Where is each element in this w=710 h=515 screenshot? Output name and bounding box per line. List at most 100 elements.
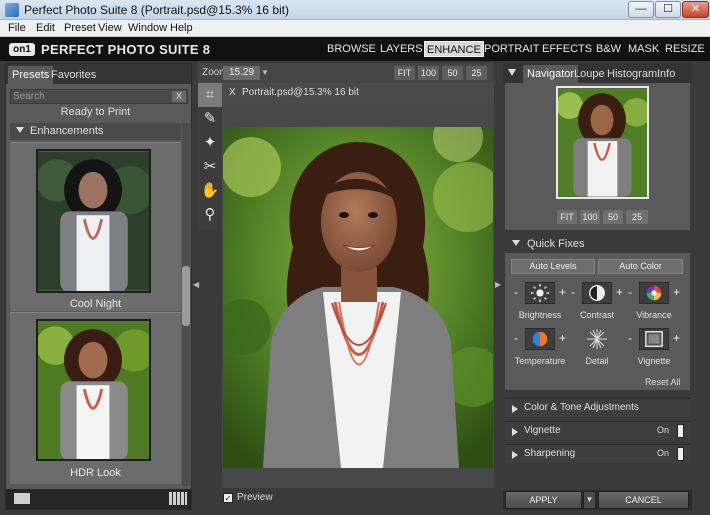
tab-favorites[interactable]: Favorites — [47, 66, 100, 84]
vignette-minus[interactable]: - — [628, 331, 632, 345]
module-enhance[interactable]: ENHANCE — [424, 41, 484, 57]
module-bw[interactable]: B&W — [594, 41, 623, 57]
contrast-icon — [582, 282, 612, 304]
single-view-icon[interactable] — [14, 493, 30, 504]
contrast-control[interactable]: - + — [571, 282, 623, 304]
module-portrait[interactable]: PORTRAIT — [482, 41, 541, 57]
temperature-control[interactable]: - + — [514, 328, 566, 350]
contrast-label: Contrast — [579, 310, 614, 320]
nav-50-button[interactable]: 50 — [603, 210, 623, 224]
vibrance-minus[interactable]: - — [628, 285, 632, 299]
preset-scrollbar[interactable] — [182, 123, 190, 486]
tab-info[interactable]: Info — [653, 65, 679, 83]
grid-view-icon[interactable] — [169, 492, 187, 505]
section-label: Sharpening — [524, 448, 576, 459]
collapse-triangle-icon[interactable] — [508, 69, 516, 76]
module-layers[interactable]: LAYERS — [378, 41, 425, 57]
section-label: Vignette — [524, 425, 561, 436]
vignette-plus[interactable]: + — [673, 331, 680, 345]
brightness-plus[interactable]: + — [559, 285, 566, 299]
vibrance-control[interactable]: - + — [628, 282, 680, 304]
crop-tool-icon[interactable]: ⌗ — [198, 83, 222, 107]
zoom-fit-button[interactable]: FIT — [394, 66, 415, 80]
image-canvas[interactable] — [222, 103, 494, 488]
preset-item-ready-to-print[interactable]: Ready to Print — [10, 106, 181, 119]
group-label: Enhancements — [30, 125, 104, 137]
collapse-left-icon[interactable]: ◀ — [193, 280, 199, 290]
temperature-label: Temperature — [514, 356, 566, 366]
vibrance-label: Vibrance — [636, 310, 672, 320]
menu-file[interactable]: File — [8, 22, 26, 34]
preset-thumb-hdr-look[interactable]: HDR Look — [10, 312, 181, 484]
clone-icon[interactable]: ✂ — [198, 155, 222, 179]
section-toggle[interactable] — [677, 447, 684, 461]
scrollbar-thumb[interactable] — [182, 266, 190, 326]
brightness-minus[interactable]: - — [514, 285, 518, 299]
close-document-icon[interactable]: X — [229, 87, 236, 98]
module-browse[interactable]: BROWSE — [325, 41, 378, 57]
menu-bar: File Edit Preset View Window Help — [0, 20, 710, 37]
quick-fixes-header[interactable]: Quick Fixes — [505, 235, 690, 253]
hand-icon[interactable]: ✋ — [198, 179, 222, 203]
minimize-button[interactable]: — — [628, 1, 654, 18]
apply-button[interactable]: APPLY — [505, 491, 582, 509]
menu-window[interactable]: Window — [128, 22, 167, 34]
preview-checkbox[interactable]: ✓ — [223, 493, 233, 503]
temperature-plus[interactable]: + — [559, 331, 566, 345]
auto-color-button[interactable]: Auto Color — [598, 259, 683, 274]
section-state: On — [657, 425, 670, 435]
maximize-button[interactable]: ☐ — [655, 1, 681, 18]
preset-group-enhancements[interactable]: Enhancements — [10, 123, 181, 140]
preset-thumbnail — [36, 319, 151, 461]
nav-fit-button[interactable]: FIT — [557, 210, 577, 224]
module-effects[interactable]: EFFECTS — [540, 41, 594, 57]
vibrance-plus[interactable]: + — [673, 285, 680, 299]
module-mask[interactable]: MASK — [626, 41, 661, 57]
retouch-brush-icon[interactable]: ✎ — [198, 107, 222, 131]
menu-preset[interactable]: Preset — [64, 22, 96, 34]
apply-dropdown-icon[interactable]: ▼ — [583, 491, 596, 509]
module-resize[interactable]: RESIZE — [663, 41, 707, 57]
zoom-icon[interactable]: ⚲ — [198, 203, 222, 227]
perfect-brush-icon[interactable]: ✦ — [198, 131, 222, 155]
preset-thumb-cool-night[interactable]: Cool Night — [10, 142, 181, 311]
contrast-plus[interactable]: + — [616, 285, 623, 299]
app-icon — [5, 3, 19, 17]
menu-edit[interactable]: Edit — [36, 22, 55, 34]
zoom-50-button[interactable]: 50 — [442, 66, 463, 80]
zoom-25-button[interactable]: 25 — [466, 66, 487, 80]
document-name: Portrait.psd@15.3% 16 bit — [242, 87, 359, 98]
reset-all-button[interactable]: Reset All — [645, 377, 681, 387]
vignette-icon — [639, 328, 669, 350]
temperature-minus[interactable]: - — [514, 331, 518, 345]
nav-25-button[interactable]: 25 — [626, 210, 648, 224]
brightness-control[interactable]: - + — [514, 282, 566, 304]
nav-100-button[interactable]: 100 — [580, 210, 600, 224]
zoom-input[interactable]: 15.29 — [223, 66, 260, 80]
auto-levels-button[interactable]: Auto Levels — [511, 259, 595, 274]
clear-search-button[interactable]: X — [172, 91, 186, 102]
menu-help[interactable]: Help — [170, 22, 193, 34]
brightness-label: Brightness — [518, 310, 562, 320]
document-tab[interactable]: X Portrait.psd@15.3% 16 bit — [222, 83, 494, 103]
window-title: Perfect Photo Suite 8 (Portrait.psd@15.3… — [24, 3, 289, 17]
detail-control[interactable] — [571, 328, 623, 350]
cancel-button[interactable]: CANCEL — [598, 491, 689, 509]
section-toggle[interactable] — [677, 424, 684, 438]
vignette-label: Vignette — [637, 356, 671, 366]
preset-thumbnail — [36, 149, 151, 293]
collapse-right-icon[interactable]: ▶ — [495, 280, 501, 289]
section-sharpening[interactable]: Sharpening On — [505, 444, 690, 463]
search-input[interactable] — [13, 90, 163, 103]
zoom-dropdown-icon[interactable]: ▼ — [261, 66, 271, 80]
section-vignette[interactable]: Vignette On — [505, 421, 690, 440]
vignette-control[interactable]: - + — [628, 328, 680, 350]
navigator-thumbnail[interactable] — [556, 86, 649, 199]
menu-view[interactable]: View — [98, 22, 122, 34]
zoom-100-button[interactable]: 100 — [418, 66, 439, 80]
section-color-tone[interactable]: Color & Tone Adjustments — [505, 398, 690, 417]
close-button[interactable]: ✕ — [682, 1, 709, 18]
expand-triangle-icon — [16, 127, 24, 133]
left-tabs: Presets Favorites — [6, 64, 191, 84]
contrast-minus[interactable]: - — [571, 285, 575, 299]
